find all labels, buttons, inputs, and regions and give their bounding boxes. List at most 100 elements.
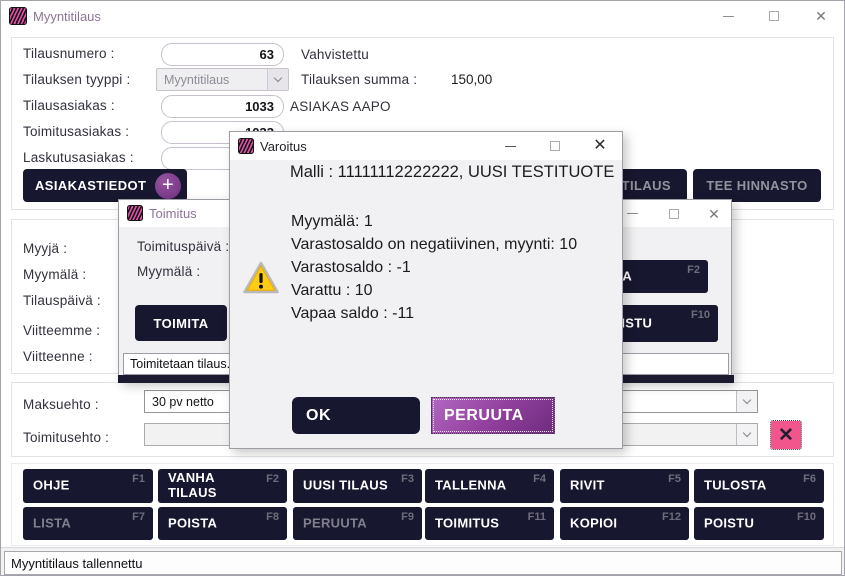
rivit-button[interactable]: RIVITF5 <box>560 469 689 503</box>
tulosta-button[interactable]: TULOSTAF6 <box>694 469 824 503</box>
toimitus-status-text: Toimitetaan tilaus.. <box>130 357 234 371</box>
tilausasiakas-label: Tilausasiakas : <box>23 98 115 113</box>
uusi-tilaus-button-label: UUSI TILAUS <box>303 479 388 494</box>
toimitusehto-label: Toimitusehto : <box>23 430 109 445</box>
order-type-dropdown-button[interactable] <box>267 69 288 90</box>
tilauksen-tyyppi-label: Tilauksen tyyppi : <box>23 72 130 87</box>
ohje-button[interactable]: OHJE F1 <box>23 469 153 503</box>
fkey-label: F12 <box>662 511 681 523</box>
clear-x-icon: ✕ <box>778 424 794 447</box>
main-window: Myyntitilaus ✕ Tilausnumero : Vahvistett… <box>0 0 845 576</box>
warning-line: Varattu : 10 <box>291 282 373 300</box>
vahvistettu-label: Vahvistettu <box>301 47 369 62</box>
warning-malli-line: Malli : 11111112222222, UUSI TESTITUOTE <box>290 163 614 182</box>
laskutusasiakas-label: Laskutusasiakas : <box>23 150 134 165</box>
app-icon <box>238 138 254 154</box>
warning-line: Varastosaldo on negatiivinen, myynti: 10 <box>291 236 577 254</box>
tee-hinnasto-button-label: TEE HINNASTO <box>706 178 807 193</box>
minimize-icon <box>723 16 734 17</box>
vanha-tilaus-button[interactable]: VANHA TILAUSF2 <box>158 469 287 503</box>
status-bar: Myyntitilaus tallennettu <box>1 547 845 576</box>
status-text: Myyntitilaus tallennettu <box>11 556 143 571</box>
toimitus-button[interactable]: TOIMITUS F11 <box>425 507 554 540</box>
chevron-down-icon <box>743 396 751 404</box>
viitteenne-label: Viitteenne : <box>23 349 93 364</box>
maximize-button[interactable] <box>537 132 573 160</box>
kopioi-button-label: KOPIOI <box>570 516 617 531</box>
minimize-button[interactable] <box>707 1 749 31</box>
toimita-button[interactable]: TOIMITA <box>135 305 227 341</box>
rivit-button-label: RIVIT <box>570 479 605 494</box>
fkey-label: F1 <box>132 473 145 485</box>
tilausnumero-input[interactable] <box>161 43 284 66</box>
asiakastiedot-button-label: ASIAKASTIEDOT <box>35 178 146 193</box>
vanha-tilaus-button-label: VANHA TILAUS <box>168 471 256 501</box>
peruuta-dialog-button[interactable]: PERUUTA <box>431 397 555 434</box>
plus-icon[interactable]: + <box>155 173 181 199</box>
toimitus-button-label: TOIMITUS <box>435 516 499 531</box>
close-icon: ✕ <box>708 207 720 221</box>
toimita-button-label: TOIMITA <box>153 316 208 331</box>
tilauspaiva-label: Tilauspäivä : <box>23 293 101 308</box>
warning-dialog-title: Varoitus <box>260 139 307 154</box>
maximize-icon <box>769 11 779 21</box>
warning-line: Vapaa saldo : -11 <box>291 305 414 323</box>
tilauksen-summa-label: Tilauksen summa : <box>301 72 417 87</box>
kopioi-button[interactable]: KOPIOI F12 <box>560 507 689 540</box>
maximize-button[interactable] <box>753 1 795 31</box>
myyja-label: Myyjä : <box>23 241 67 256</box>
fkey-label: F3 <box>401 473 414 485</box>
minimize-icon <box>627 213 638 214</box>
poistu-button-label: POISTU <box>704 516 754 531</box>
toimituspaiva-label: Toimituspäivä : <box>137 239 229 254</box>
ohje-button-label: OHJE <box>33 479 70 494</box>
close-button[interactable]: ✕ <box>800 1 842 31</box>
warning-triangle-icon <box>242 260 280 296</box>
uusi-tilaus-button[interactable]: UUSI TILAUS F3 <box>293 469 422 503</box>
fkey-label: F11 <box>528 511 546 523</box>
minimize-button[interactable] <box>492 132 528 160</box>
chevron-down-icon <box>743 429 751 437</box>
viitteemme-label: Viitteemme : <box>23 323 100 338</box>
tilausasiakas-name: ASIAKAS AAPO <box>290 99 391 114</box>
order-type-value: Myyntitilaus <box>157 69 267 90</box>
main-window-title: Myyntitilaus <box>33 9 101 24</box>
warning-line: Varastosaldo : -1 <box>291 259 411 277</box>
chevron-down-icon <box>274 74 282 82</box>
toimitusehto-dropdown-button[interactable] <box>736 424 757 445</box>
tee-hinnasto-button[interactable]: TEE HINNASTO <box>693 169 821 202</box>
maksuehto-label: Maksuehto : <box>23 397 99 412</box>
app-icon <box>127 205 143 221</box>
close-button[interactable]: ✕ <box>696 200 732 227</box>
fkey-label: F8 <box>266 511 279 523</box>
warning-titlebar: Varoitus ✕ <box>230 132 622 160</box>
close-icon: ✕ <box>815 9 827 23</box>
peruuta-dialog-button-label: PERUUTA <box>444 407 524 425</box>
fkey-label: F2 <box>687 264 700 276</box>
poista-button-label: POISTA <box>168 516 217 531</box>
order-type-select[interactable]: Myyntitilaus <box>156 68 289 91</box>
tilauksen-summa-value: 150,00 <box>451 72 492 87</box>
poistu-button[interactable]: POISTUF10 <box>694 507 824 540</box>
main-titlebar: Myyntitilaus ✕ <box>1 1 844 31</box>
close-button[interactable]: ✕ <box>582 132 618 160</box>
toimitusehto-clear-button[interactable]: ✕ <box>771 421 801 449</box>
toimitusasiakas-label: Toimitusasiakas : <box>23 124 129 139</box>
close-icon: ✕ <box>593 138 606 154</box>
fkey-label: F10 <box>691 309 710 321</box>
tallenna-button-label: TALLENNA <box>435 479 506 494</box>
tallenna-button[interactable]: TALLENNAF4 <box>425 469 554 503</box>
asiakastiedot-button[interactable]: ASIAKASTIEDOT + <box>23 169 187 202</box>
minimize-icon <box>505 146 516 147</box>
poista-button[interactable]: POISTA F8 <box>158 507 287 540</box>
maximize-icon <box>669 209 679 219</box>
tilausasiakas-input[interactable] <box>161 95 284 118</box>
maximize-button[interactable] <box>656 200 692 227</box>
maksuehto-dropdown-button[interactable] <box>736 391 757 412</box>
fkey-label: F7 <box>132 511 145 523</box>
peruuta-button: PERUUTAF9 <box>293 507 422 540</box>
ok-button[interactable]: OK <box>292 397 420 434</box>
myymala-label: Myymälä : <box>23 267 86 282</box>
lista-button-label: LISTA <box>33 516 71 531</box>
lista-button: LISTA F7 <box>23 507 153 540</box>
